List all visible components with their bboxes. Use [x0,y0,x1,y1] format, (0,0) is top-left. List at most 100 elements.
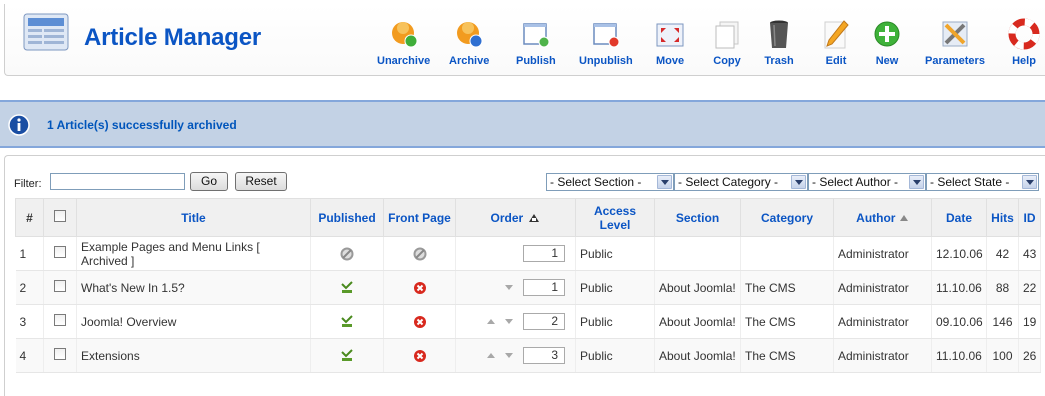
order-input[interactable]: 1 [523,245,565,262]
col-hits[interactable]: Hits [986,198,1019,237]
row-front-page[interactable] [383,236,456,271]
row-category[interactable]: The CMS [740,270,834,305]
message-text: 1 Article(s) successfully archived [47,118,237,132]
select-all-checkbox[interactable] [54,210,66,222]
col-section[interactable]: Section [654,198,741,237]
filter-input[interactable] [50,173,185,190]
row-published[interactable] [310,304,384,339]
select-author[interactable]: - Select Author - [808,173,926,191]
col-order-label[interactable]: Order [490,211,523,225]
row-select[interactable] [43,304,77,339]
row-author[interactable]: Administrator [833,304,932,339]
table-row: 1 Example Pages and Menu Links [ Archive… [15,236,1041,271]
order-input[interactable]: 3 [523,347,565,364]
row-front-page[interactable] [383,304,456,339]
copy-button[interactable]: Copy [711,18,743,72]
unpublished-x-icon[interactable] [413,349,427,363]
row-checkbox[interactable] [54,280,66,292]
col-title[interactable]: Title [76,198,311,237]
row-checkbox[interactable] [54,246,66,258]
row-title[interactable]: Extensions [76,338,311,373]
unpublish-button[interactable]: Unpublish [579,18,633,72]
unpublished-x-icon[interactable] [413,281,427,295]
move-label: Move [655,55,685,67]
row-author[interactable]: Administrator [833,236,932,271]
published-check-icon[interactable] [340,281,354,295]
table-row: 3 Joomla! Overview 2 Public About Joomla… [15,304,1041,339]
parameters-button[interactable]: Parameters [925,18,985,72]
order-down-icon[interactable] [505,285,513,291]
copy-label: Copy [713,55,741,67]
row-section[interactable]: About Joomla! [654,270,741,305]
publish-button[interactable]: Publish [516,18,556,72]
order-input[interactable]: 1 [523,279,565,296]
article-manager-icon [23,13,69,51]
order-input[interactable]: 2 [523,313,565,330]
col-category[interactable]: Category [740,198,834,237]
archived-icon[interactable] [340,247,354,261]
order-up-icon[interactable] [487,319,495,325]
archive-button[interactable]: Archive [449,18,489,72]
unarchive-button[interactable]: Unarchive [377,18,430,72]
order-up-icon[interactable] [487,353,495,359]
row-author[interactable]: Administrator [833,338,932,373]
unarchive-icon [391,22,418,48]
row-hits: 100 [986,338,1019,373]
row-author[interactable]: Administrator [833,270,932,305]
row-title[interactable]: Joomla! Overview [76,304,311,339]
col-id[interactable]: ID [1018,198,1041,237]
archived-icon[interactable] [413,247,427,261]
col-select-all[interactable] [43,198,77,237]
row-checkbox[interactable] [54,348,66,360]
archive-label: Archive [449,55,490,67]
row-order: 2 [455,304,576,339]
row-date: 09.10.06 [931,304,987,339]
row-front-page[interactable] [383,270,456,305]
select-section[interactable]: - Select Section - [546,173,674,191]
row-access[interactable]: Public [575,270,655,305]
reset-button[interactable]: Reset [235,172,287,191]
trash-button[interactable]: Trash [763,18,795,72]
move-icon [656,23,684,47]
col-date[interactable]: Date [931,198,987,237]
edit-button[interactable]: Edit [820,18,852,72]
row-category[interactable]: The CMS [740,304,834,339]
row-section[interactable]: About Joomla! [654,304,741,339]
select-state[interactable]: - Select State - [926,173,1039,191]
select-category[interactable]: - Select Category - [674,173,808,191]
col-access-level[interactable]: Access Level [575,198,655,237]
row-checkbox[interactable] [54,314,66,326]
row-select[interactable] [43,236,77,271]
go-button[interactable]: Go [190,172,228,191]
row-published[interactable] [310,236,384,271]
col-author[interactable]: Author [833,198,932,237]
row-select[interactable] [43,270,77,305]
col-author-label[interactable]: Author [856,211,895,225]
new-icon [874,21,900,47]
row-published[interactable] [310,338,384,373]
row-access[interactable]: Public [575,304,655,339]
new-label: New [875,55,899,67]
row-front-page[interactable] [383,338,456,373]
move-button[interactable]: Move [654,18,686,72]
col-published[interactable]: Published [310,198,384,237]
published-check-icon[interactable] [340,315,354,329]
new-button[interactable]: New [871,18,903,72]
row-category[interactable]: The CMS [740,338,834,373]
row-published[interactable] [310,270,384,305]
help-label: Help [1012,55,1036,67]
save-order-icon[interactable] [527,212,541,224]
order-down-icon[interactable] [505,319,513,325]
published-check-icon[interactable] [340,349,354,363]
help-button[interactable]: Help [1008,18,1040,72]
row-select[interactable] [43,338,77,373]
order-down-icon[interactable] [505,353,513,359]
unpublished-x-icon[interactable] [413,315,427,329]
row-title[interactable]: What's New In 1.5? [76,270,311,305]
col-order[interactable]: Order [455,198,576,237]
row-section[interactable]: About Joomla! [654,338,741,373]
row-title[interactable]: Example Pages and Menu Links [ Archived … [76,236,311,271]
col-front-page[interactable]: Front Page [383,198,456,237]
row-section [654,236,741,271]
row-access[interactable]: Public [575,338,655,373]
